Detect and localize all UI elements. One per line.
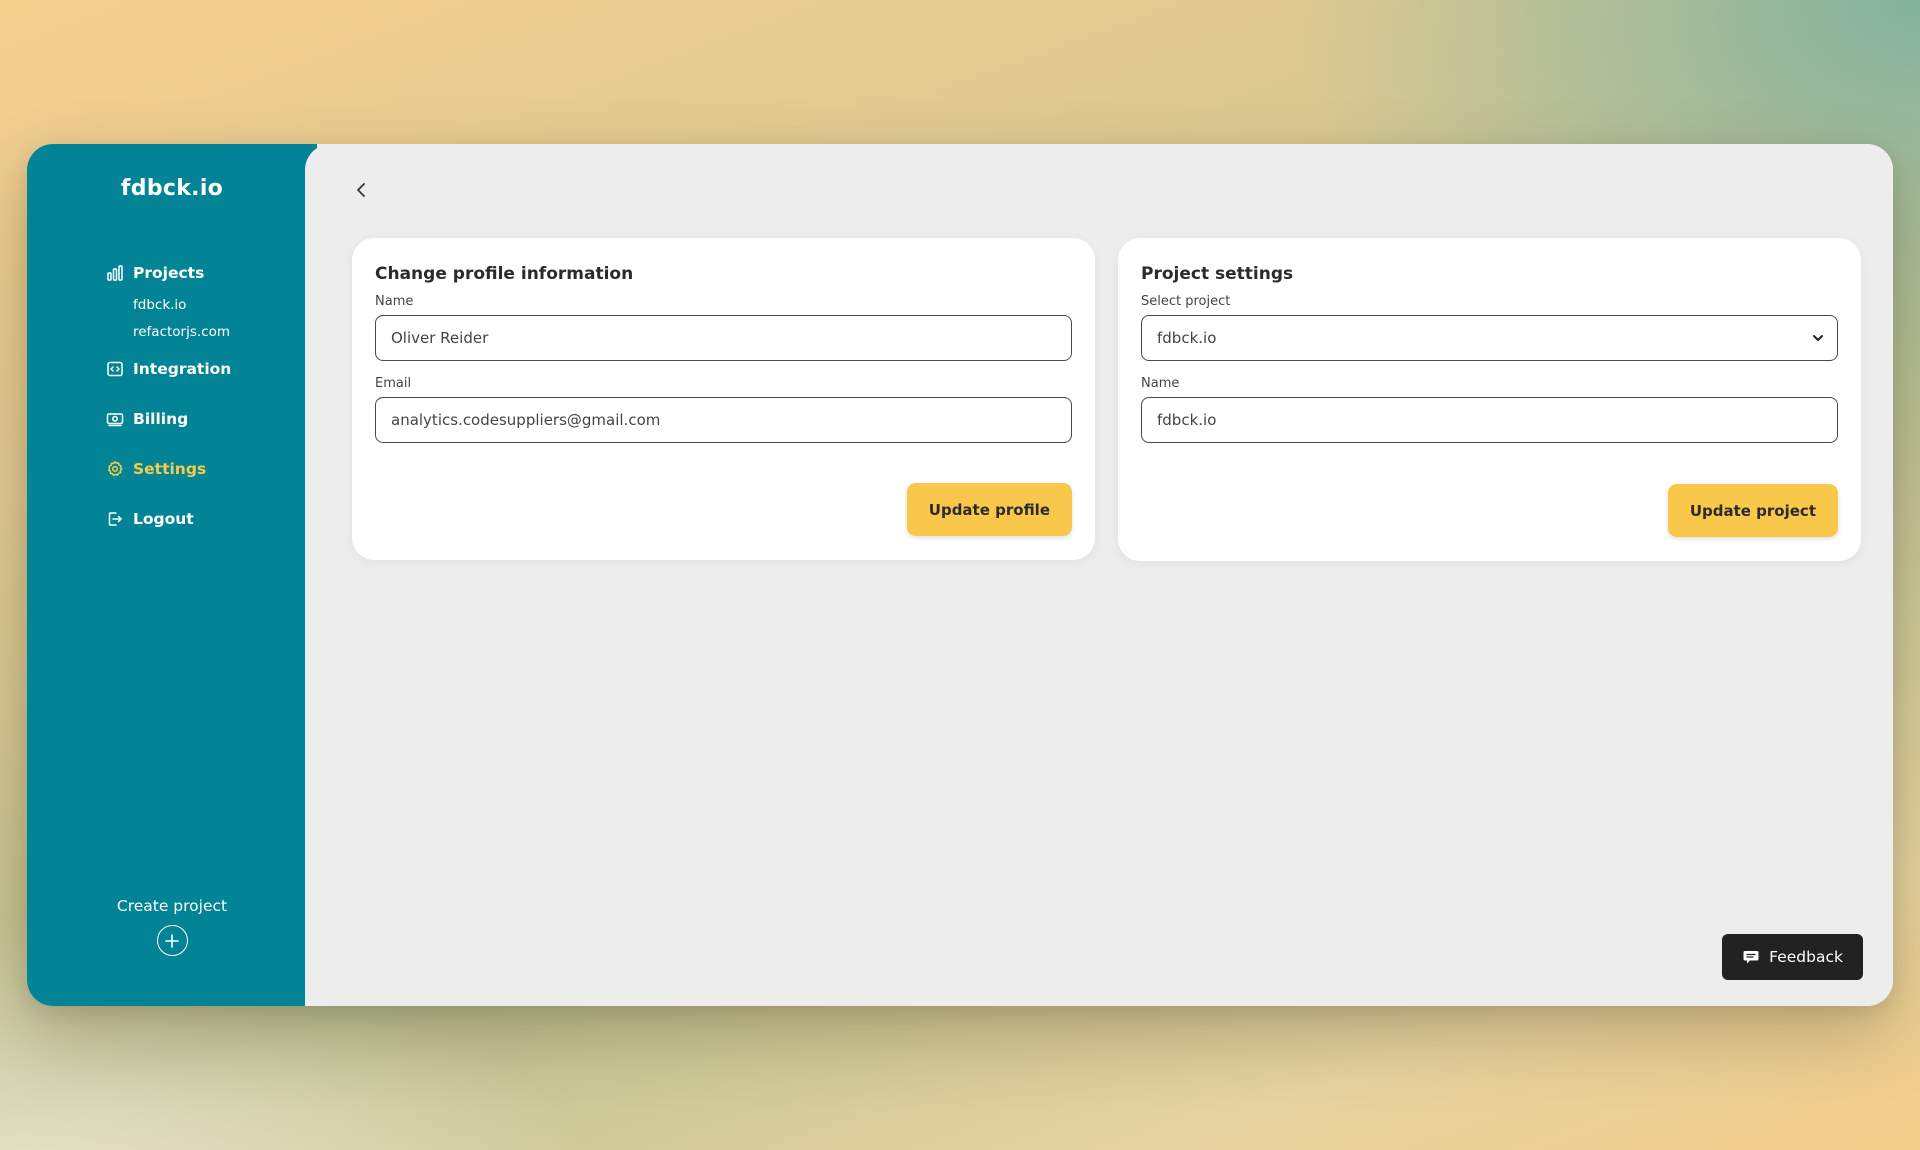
logout-icon — [106, 510, 124, 528]
email-label: Email — [375, 376, 412, 391]
chevron-down-icon — [1813, 335, 1823, 341]
gear-icon — [106, 460, 124, 478]
plus-icon — [165, 933, 179, 948]
project-select-value: fdbck.io — [1157, 329, 1217, 347]
sidebar: fdbck.io Projects fdbck.io refactorjs.co… — [27, 144, 317, 1006]
sidebar-item-label: Settings — [133, 460, 207, 478]
app-window: fdbck.io Projects fdbck.io refactorjs.co… — [27, 144, 1893, 1006]
update-project-button[interactable]: Update project — [1667, 484, 1838, 537]
project-select[interactable]: fdbck.io — [1141, 315, 1838, 361]
feedback-button[interactable]: Feedback — [1722, 934, 1863, 980]
cash-icon — [106, 410, 124, 428]
sidebar-item-integration[interactable]: Integration — [106, 356, 306, 382]
name-label: Name — [375, 294, 414, 309]
brand-logo[interactable]: fdbck.io — [27, 176, 317, 201]
sidebar-item-label: Billing — [133, 410, 189, 428]
sidebar-project-fdbck[interactable]: fdbck.io — [133, 292, 306, 319]
sidebar-item-settings[interactable]: Settings — [106, 456, 306, 482]
code-icon — [106, 360, 124, 378]
main-content: Change profile information Name Oliver R… — [305, 144, 1893, 1006]
back-button[interactable] — [350, 178, 374, 202]
email-field[interactable]: analytics.codesuppliers@gmail.com — [375, 397, 1072, 443]
project-settings-card: Project settings Select project fdbck.io… — [1118, 238, 1861, 561]
profile-card: Change profile information Name Oliver R… — [352, 238, 1095, 560]
sidebar-item-label: Projects — [133, 264, 205, 282]
sidebar-project-refactorjs[interactable]: refactorjs.com — [133, 319, 306, 346]
update-profile-button[interactable]: Update profile — [906, 483, 1072, 536]
profile-card-title: Change profile information — [375, 264, 634, 284]
sidebar-item-projects[interactable]: Projects — [106, 260, 306, 286]
feedback-label: Feedback — [1769, 948, 1843, 966]
bar-chart-icon — [106, 264, 124, 282]
project-name-label: Name — [1141, 376, 1180, 391]
chat-bubble-icon — [1743, 951, 1759, 964]
sidebar-nav: Projects fdbck.io refactorjs.com Integra… — [106, 260, 306, 532]
sidebar-item-billing[interactable]: Billing — [106, 406, 306, 432]
project-card-title: Project settings — [1141, 264, 1294, 284]
select-project-label: Select project — [1141, 294, 1231, 309]
create-project-button[interactable] — [156, 925, 188, 956]
sidebar-item-label: Integration — [133, 360, 232, 378]
name-field[interactable]: Oliver Reider — [375, 315, 1072, 361]
project-name-field[interactable]: fdbck.io — [1141, 397, 1838, 443]
create-project-label: Create project — [116, 897, 228, 915]
chevron-left-icon — [357, 183, 365, 197]
create-project: Create project — [27, 897, 317, 956]
sidebar-item-logout[interactable]: Logout — [106, 506, 306, 532]
sidebar-item-label: Logout — [133, 510, 194, 528]
